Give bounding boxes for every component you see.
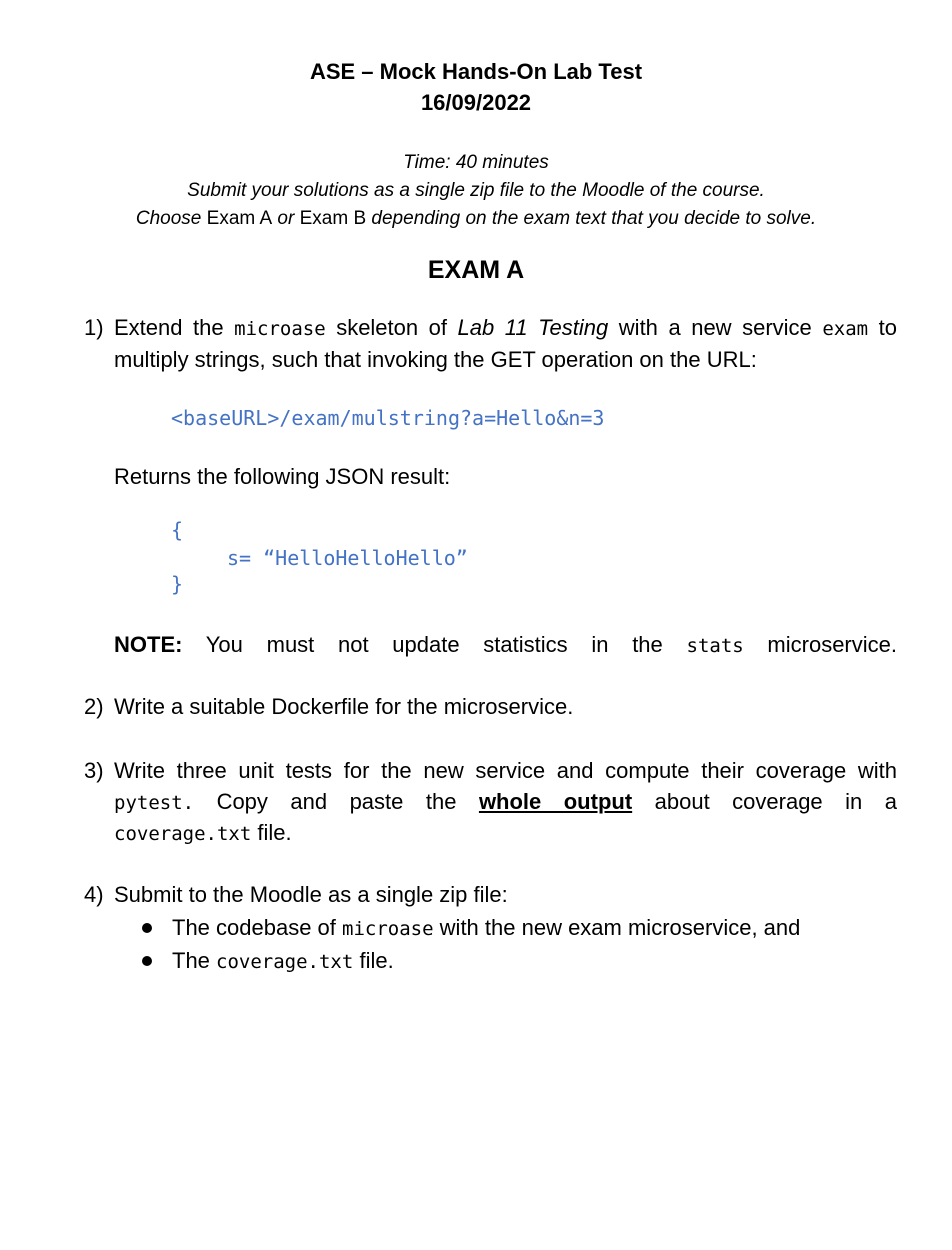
exam-heading: EXAM A	[427, 256, 525, 284]
q1-code-exam: exam	[822, 318, 869, 340]
json-close-brace: }	[171, 572, 184, 596]
document-date: 16/09/2022	[420, 90, 532, 115]
bullet-1-pre: The codebase of	[172, 915, 336, 940]
question-1-line-2: multiply strings, such that invoking the…	[114, 347, 757, 372]
q3-emphasis: whole output	[478, 789, 633, 814]
note-end: microservice.	[767, 632, 897, 657]
choose-post: depending on the exam text that you deci…	[371, 208, 817, 229]
q1-code-microase: microase	[234, 318, 326, 340]
document-title: ASE – Mock Hands-On Lab Test	[309, 59, 643, 84]
bullet-1-post: with the new exam microservice, and	[439, 915, 801, 940]
question-1-number: 1)	[84, 315, 104, 340]
bullet-1: The codebase of microase with the new ex…	[172, 912, 800, 945]
exam-document: ASE – Mock Hands-On Lab Test 16/09/2022 …	[0, 0, 952, 1250]
note: NOTE: You must not update statistics in …	[114, 629, 897, 662]
json-open-brace: {	[171, 518, 184, 542]
bullet-2-dot	[142, 956, 152, 966]
question-2-number: 2)	[84, 694, 104, 719]
q3-code-file: coverage.txt	[114, 823, 252, 845]
submit-instruction: Submit your solutions as a single zip fi…	[187, 180, 765, 201]
q1-lab-reference: Lab 11 Testing	[457, 315, 609, 340]
or-word: or	[277, 208, 295, 229]
choose-instruction: Choose Exam A or Exam B depending on the…	[0, 205, 952, 233]
q3-text-2: about coverage in a	[654, 789, 897, 814]
returns-label: Returns the following JSON result:	[114, 464, 451, 489]
json-body: s= “HelloHelloHello”	[227, 546, 468, 570]
q1-text-3: with a new service	[618, 315, 812, 340]
question-3-line-1: Write three unit tests for the new servi…	[114, 758, 897, 783]
q3-text-1: Copy and paste the	[216, 789, 457, 814]
q1-text-2: skeleton of	[336, 315, 448, 340]
q3-text-3: file.	[257, 820, 292, 845]
q3-code-pytest: pytest.	[114, 792, 195, 814]
note-text: You must not update statistics in the	[205, 632, 663, 657]
bullet-2: The coverage.txt file.	[172, 945, 394, 978]
bullet-2-code: coverage.txt	[216, 951, 354, 973]
question-3-line-2: pytest. Copy and paste the whole output …	[114, 786, 897, 819]
question-4-number: 4)	[84, 882, 104, 907]
note-label: NOTE:	[114, 632, 183, 657]
bullet-2-pre: The	[172, 948, 210, 973]
question-3-number: 3)	[84, 758, 104, 783]
question-2-text: Write a suitable Dockerfile for the micr…	[114, 694, 574, 719]
q1-text-4: to	[878, 315, 897, 340]
question-1-line-1: Extend the microase skeleton of Lab 11 T…	[114, 312, 897, 345]
example-url: <baseURL>/exam/mulstring?a=Hello&n=3	[171, 406, 605, 430]
note-code-stats: stats	[686, 635, 744, 657]
question-3-line-3: coverage.txt file.	[114, 817, 897, 850]
bullet-1-dot	[142, 923, 152, 933]
bullet-1-code: microase	[342, 918, 434, 940]
choose-pre: Choose	[135, 208, 202, 229]
question-4-text: Submit to the Moodle as a single zip fil…	[114, 882, 508, 907]
time-limit: Time: 40 minutes	[403, 152, 549, 173]
exam-a-label: Exam A	[206, 208, 273, 229]
q1-text-1: Extend the	[114, 315, 224, 340]
bullet-2-post: file.	[359, 948, 394, 973]
exam-b-label: Exam B	[299, 208, 367, 229]
